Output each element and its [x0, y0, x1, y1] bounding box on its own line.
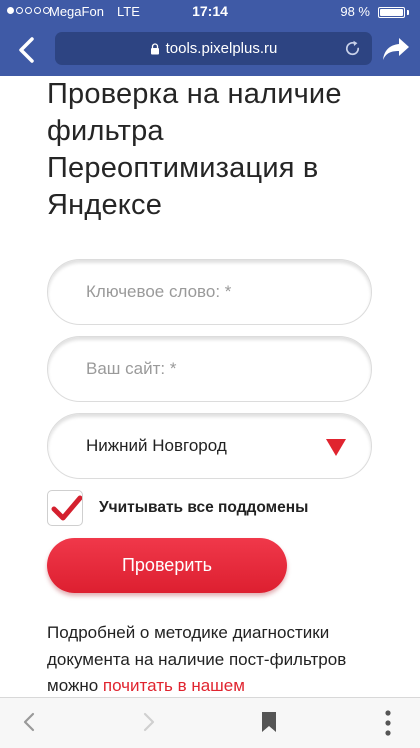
chevron-left-icon[interactable]	[13, 35, 43, 65]
keyword-input[interactable]: Ключевое слово: *	[47, 259, 372, 325]
check-icon	[51, 495, 82, 521]
check-button[interactable]: Проверить	[47, 538, 287, 593]
reload-icon[interactable]	[343, 39, 362, 58]
bookmark-icon[interactable]	[261, 711, 277, 733]
browser-toolbar	[0, 697, 420, 748]
description-text: Подробней о методике диагностики докумен…	[47, 620, 377, 700]
lock-icon	[150, 42, 159, 54]
region-select[interactable]: Нижний Новгород	[47, 413, 372, 479]
battery-tip	[407, 10, 409, 15]
browser-nav-bar: tools.pixelplus.ru	[0, 24, 420, 76]
battery-icon	[378, 7, 405, 18]
page-title: Проверка на наличие фильтра Переоптимиза…	[47, 78, 342, 221]
battery-percent: 98 %	[340, 4, 370, 19]
region-selected-value: Нижний Новгород	[86, 436, 227, 455]
address-bar[interactable]: tools.pixelplus.ru	[55, 32, 372, 65]
site-placeholder: Ваш сайт: *	[86, 359, 177, 378]
browser-header: MegaFon LTE 17:14 98 % tools.pixelplus.r…	[0, 0, 420, 76]
site-input[interactable]: Ваш сайт: *	[47, 336, 372, 402]
share-icon[interactable]	[381, 35, 411, 63]
read-more-link[interactable]: почитать в нашем	[103, 676, 245, 695]
subdomains-checkbox[interactable]	[47, 490, 83, 526]
keyword-placeholder: Ключевое слово: *	[86, 282, 232, 301]
back-arrow-icon[interactable]	[22, 712, 36, 732]
url-text: tools.pixelplus.ru	[165, 40, 278, 57]
forward-arrow-icon[interactable]	[142, 712, 156, 732]
subdomains-label: Учитывать все поддомены	[99, 499, 309, 516]
vertical-dots-icon[interactable]	[383, 710, 393, 736]
status-bar: MegaFon LTE 17:14 98 %	[0, 0, 420, 24]
triangle-down-icon	[326, 439, 346, 456]
